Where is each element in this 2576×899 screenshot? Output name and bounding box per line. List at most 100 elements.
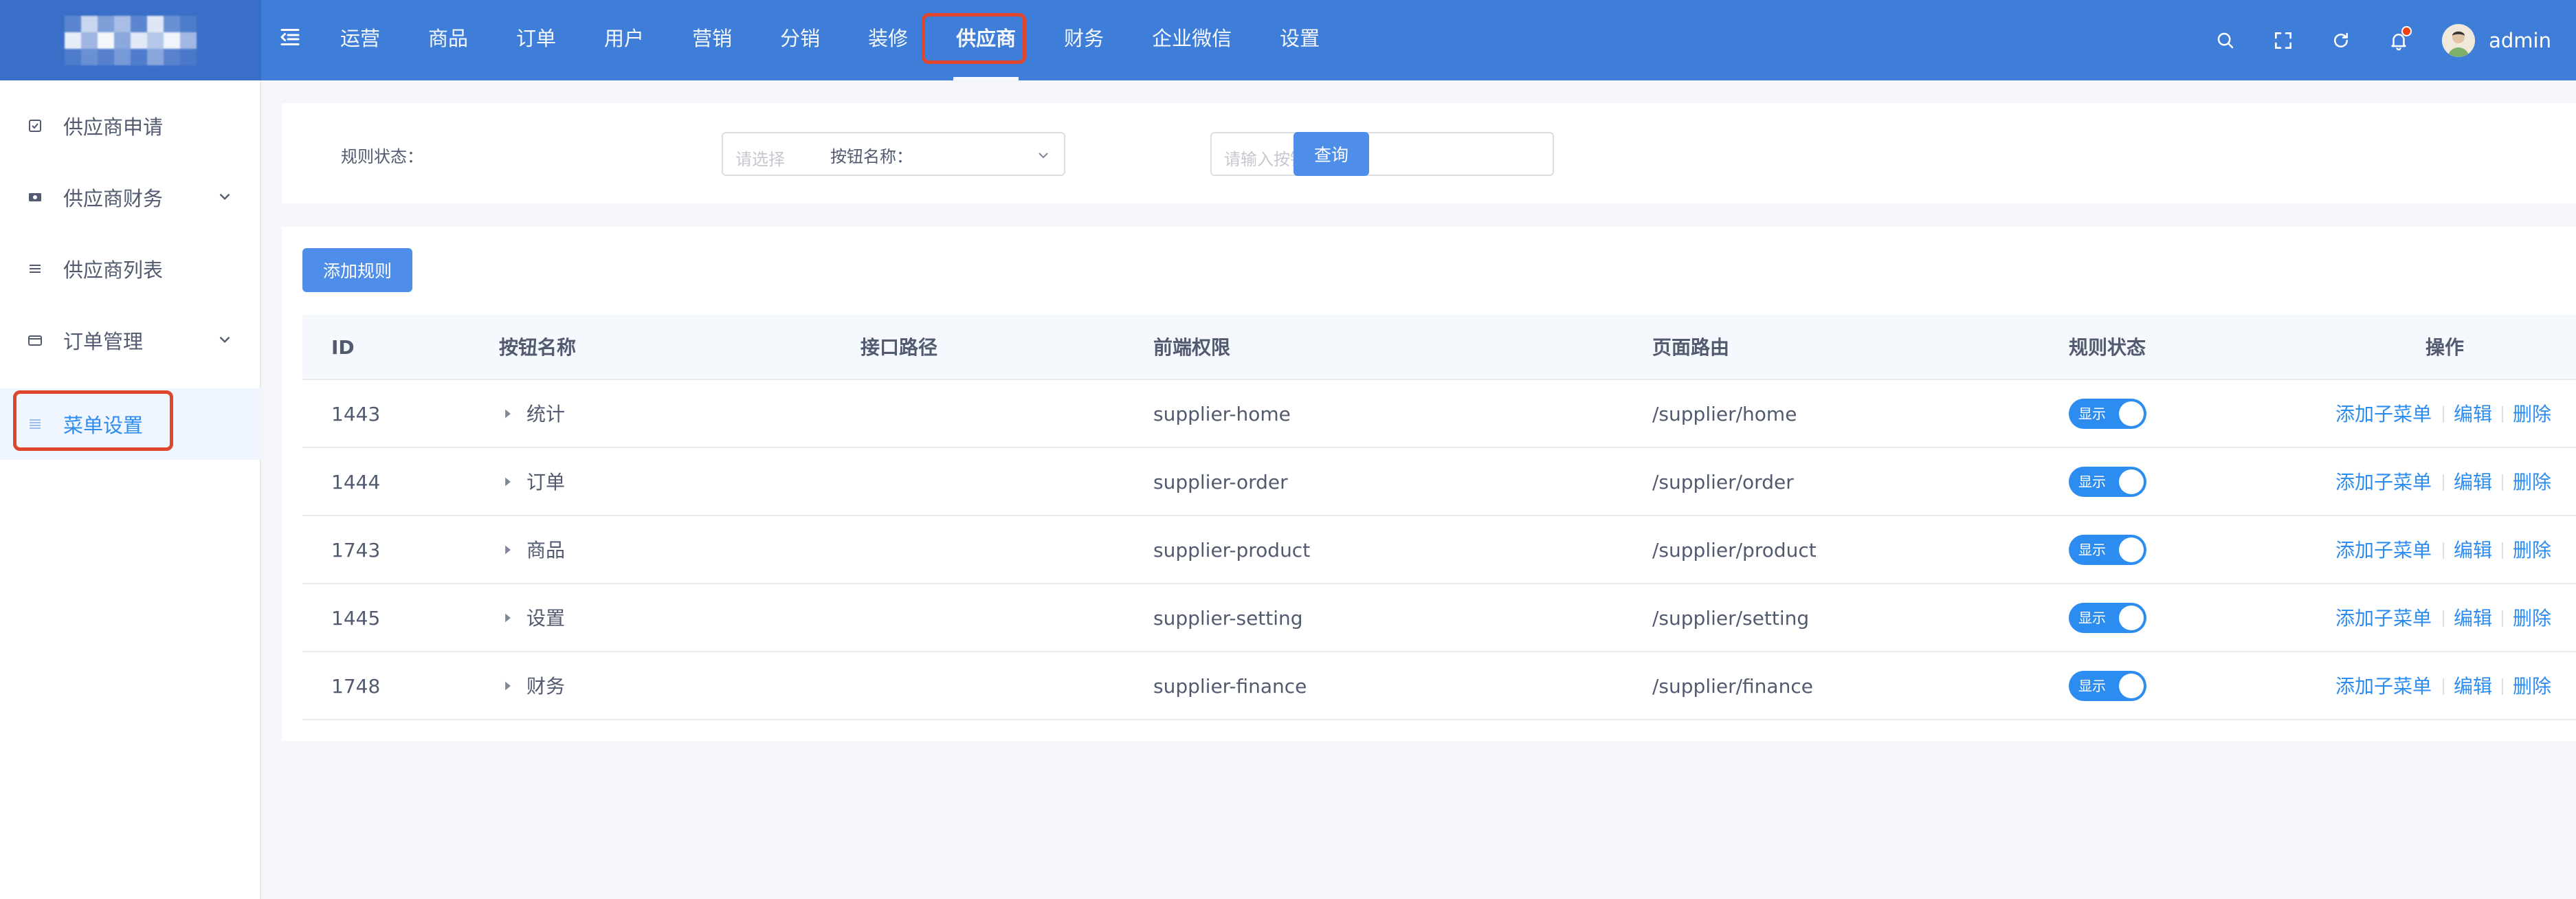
sidebar-item-supplier-application[interactable]: 供应商申请	[0, 90, 261, 162]
add-rule-button[interactable]: 添加规则	[302, 248, 412, 292]
cell-page-route: /supplier/order	[1652, 471, 1794, 493]
nav-item-users[interactable]: 用户	[580, 0, 668, 80]
status-filter-label: 规则状态：	[341, 147, 423, 166]
box-icon	[26, 331, 44, 349]
avatar[interactable]	[2442, 23, 2476, 57]
sidebar-item-supplier-finance[interactable]: 供应商财务	[0, 162, 261, 233]
highlight-box-menu-settings	[13, 390, 173, 451]
status-toggle-label: 显示	[2078, 542, 2106, 558]
status-toggle[interactable]: 显示	[2069, 603, 2146, 633]
cell-frontend-permission: supplier-finance	[1153, 675, 1307, 698]
cell-id: 1443	[331, 403, 381, 425]
nav-item-wecom[interactable]: 企业微信	[1128, 0, 1256, 80]
logo[interactable]	[0, 0, 261, 80]
add-submenu-link[interactable]: 添加子菜单	[2335, 516, 2432, 584]
expand-caret-icon[interactable]	[503, 476, 513, 488]
chevron-down-icon[interactable]	[216, 188, 234, 206]
edit-link[interactable]: 编辑	[2454, 584, 2492, 652]
nav-item-settings[interactable]: 设置	[1256, 0, 1344, 80]
sidebar: 供应商申请 供应商财务 供应商列表 订单管理 菜单设置	[0, 80, 261, 899]
query-button[interactable]: 查询	[1293, 132, 1369, 176]
nav-item-operations[interactable]: 运营	[316, 0, 404, 80]
edit-link[interactable]: 编辑	[2454, 380, 2492, 448]
status-toggle[interactable]: 显示	[2069, 399, 2146, 429]
delete-link[interactable]: 删除	[2513, 652, 2551, 720]
header-toolbar: admin	[2211, 0, 2576, 80]
cell-page-route: /supplier/setting	[1652, 607, 1810, 630]
table-row: 1743 商品 supplier-product /supplier/produ…	[302, 516, 2576, 584]
cell-id: 1445	[331, 607, 381, 630]
edit-link[interactable]: 编辑	[2454, 516, 2492, 584]
card-icon	[26, 188, 44, 206]
cell-button-name: 商品	[526, 539, 566, 562]
status-toggle-label: 显示	[2078, 474, 2106, 490]
status-toggle[interactable]: 显示	[2069, 671, 2146, 701]
cell-id: 1748	[331, 675, 381, 698]
sidebar-item-label: 订单管理	[63, 330, 144, 353]
nav-item-orders[interactable]: 订单	[492, 0, 580, 80]
table-row: 1445 设置 supplier-setting /supplier/setti…	[302, 584, 2576, 652]
delete-link[interactable]: 删除	[2513, 516, 2551, 584]
cell-frontend-permission: supplier-order	[1153, 471, 1288, 493]
column-header-frontend-permission: 前端权限	[1153, 336, 1231, 359]
cell-frontend-permission: supplier-product	[1153, 539, 1311, 562]
logo-mosaic	[65, 15, 197, 65]
list-icon	[26, 260, 44, 278]
table-row: 1444 订单 supplier-order /supplier/order 显…	[302, 448, 2576, 516]
column-header-api-path: 接口路径	[860, 336, 938, 359]
cell-id: 1444	[331, 471, 381, 493]
cell-button-name: 统计	[526, 403, 566, 425]
table-row: 1443 统计 supplier-home /supplier/home 显示 …	[302, 380, 2576, 448]
top-header: 运营 商品 订单 用户 营销 分销 装修 供应商 财务 企业微信 设置 admi…	[0, 0, 2576, 80]
nav-item-products[interactable]: 商品	[404, 0, 492, 80]
highlight-box-supplier-nav	[922, 13, 1026, 64]
column-header-rule-status: 规则状态	[2069, 336, 2146, 359]
button-name-input[interactable]: 请输入按钮名称	[1210, 132, 1554, 176]
nav-item-marketing[interactable]: 营销	[668, 0, 756, 80]
sidebar-item-supplier-list[interactable]: 供应商列表	[0, 233, 261, 304]
status-toggle-label: 显示	[2078, 406, 2106, 422]
search-form: 规则状态： 请选择 按钮名称： 请输入按钮名称 查询	[282, 103, 2576, 203]
add-submenu-link[interactable]: 添加子菜单	[2335, 652, 2432, 720]
chevron-down-icon[interactable]	[216, 331, 234, 348]
edit-link[interactable]: 编辑	[2454, 652, 2492, 720]
cell-page-route: /supplier/home	[1652, 403, 1797, 425]
menu-collapse-icon[interactable]	[278, 25, 302, 49]
status-toggle-label: 显示	[2078, 610, 2106, 626]
username[interactable]: admin	[2489, 29, 2551, 52]
notification-badge	[2401, 25, 2412, 36]
status-toggle[interactable]: 显示	[2069, 535, 2146, 565]
expand-caret-icon[interactable]	[503, 408, 513, 420]
column-header-id: ID	[331, 336, 355, 359]
nav-item-finance[interactable]: 财务	[1040, 0, 1128, 80]
expand-caret-icon[interactable]	[503, 612, 513, 624]
nav-item-distribution[interactable]: 分销	[756, 0, 844, 80]
add-submenu-link[interactable]: 添加子菜单	[2335, 448, 2432, 516]
top-navigation: 运营 商品 订单 用户 营销 分销 装修 供应商 财务 企业微信 设置	[316, 0, 1344, 80]
search-icon[interactable]	[2211, 26, 2240, 55]
column-header-page-route: 页面路由	[1652, 336, 1730, 359]
table-header: ID 按钮名称 接口路径 前端权限 页面路由 规则状态 操作	[302, 315, 2576, 380]
delete-link[interactable]: 删除	[2513, 448, 2551, 516]
sidebar-item-label: 供应商财务	[63, 187, 164, 210]
edit-link[interactable]: 编辑	[2454, 448, 2492, 516]
chevron-down-icon	[1039, 153, 1048, 159]
sidebar-item-order-management[interactable]: 订单管理	[0, 304, 261, 376]
expand-caret-icon[interactable]	[503, 680, 513, 692]
cell-page-route: /supplier/finance	[1652, 675, 1813, 698]
status-toggle[interactable]: 显示	[2069, 467, 2146, 497]
status-select-placeholder: 请选择	[735, 150, 785, 169]
column-header-actions: 操作	[2425, 336, 2465, 359]
expand-caret-icon[interactable]	[503, 544, 513, 556]
nav-item-decoration[interactable]: 装修	[844, 0, 932, 80]
bell-icon[interactable]	[2384, 25, 2413, 55]
add-submenu-link[interactable]: 添加子菜单	[2335, 380, 2432, 448]
delete-link[interactable]: 删除	[2513, 380, 2551, 448]
fullscreen-icon[interactable]	[2269, 26, 2298, 55]
refresh-icon[interactable]	[2327, 26, 2355, 55]
delete-link[interactable]: 删除	[2513, 584, 2551, 652]
status-toggle-label: 显示	[2078, 678, 2106, 694]
column-header-button-name: 按钮名称	[499, 336, 577, 359]
checkbox-icon	[26, 117, 44, 135]
add-submenu-link[interactable]: 添加子菜单	[2335, 584, 2432, 652]
